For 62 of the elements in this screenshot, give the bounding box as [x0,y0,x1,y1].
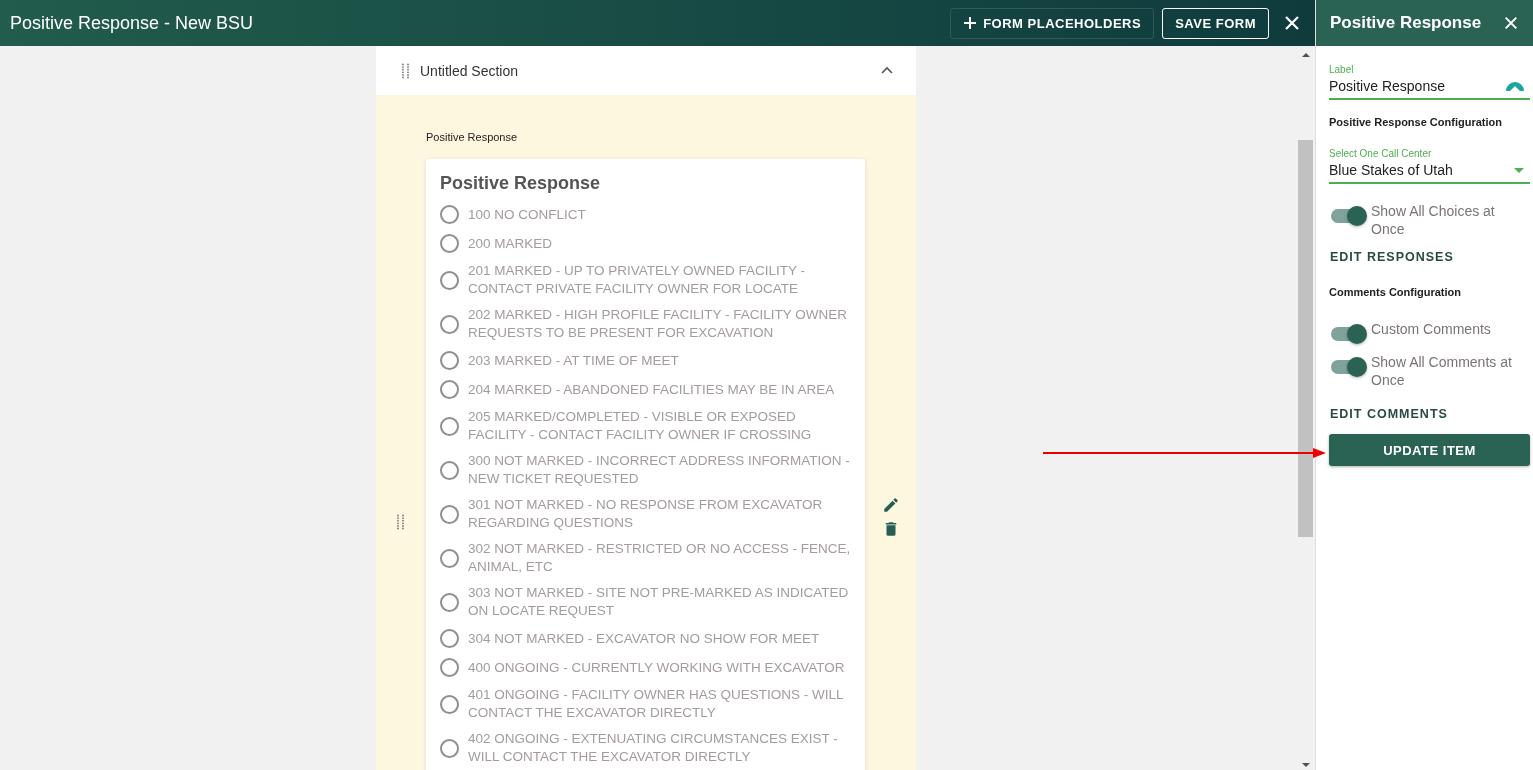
choice-label: 303 NOT MARKED - SITE NOT PRE-MARKED AS INDICATED ON LOCATE REQUEST [468,584,850,620]
scroll-up-icon[interactable] [1301,52,1310,58]
section-heading: Comments Configuration [1329,286,1462,298]
section-title: Untitled Section [420,62,520,79]
collapse-button[interactable] [880,66,894,75]
choice-label: 400 ONGOING - CURRENTLY WORKING WITH EXCAVATOR [468,658,845,677]
toggle-switch[interactable] [1331,327,1365,341]
label-field[interactable]: Label Positive Response [1329,64,1530,100]
dropdown-caret-icon [1514,167,1524,173]
save-form-button[interactable]: SAVE FORM [1162,7,1269,39]
panel-title: Positive Response [1330,13,1483,33]
drag-handle-icon[interactable] [402,62,410,79]
scrollbar-thumb[interactable] [1298,140,1313,537]
radio-button[interactable] [440,270,459,290]
choice-label: 203 MARKED - AT TIME OF MEET [468,351,679,370]
scroll-down-icon[interactable] [1301,762,1310,768]
radio-button[interactable] [440,548,459,568]
radio-button[interactable] [440,351,459,370]
radio-button[interactable] [440,504,459,524]
radio-button[interactable] [440,629,459,648]
plus-icon [963,16,978,30]
toggle-switch[interactable] [1331,360,1365,374]
window-title: Positive Response - New BSU [10,12,255,34]
close-button[interactable] [1503,15,1519,31]
edit-responses-button[interactable]: EDIT RESPONSES [1329,250,1454,264]
update-item-button[interactable]: UPDATE ITEM [1329,434,1530,466]
section-heading: Positive Response Configuration [1329,116,1503,128]
radio-button[interactable] [440,738,459,758]
call-center-dropdown[interactable]: Select One Call Center Blue Stakes of Utah [1329,148,1530,184]
toggle-label: Show All Choices at Once [1371,202,1496,238]
radio-button[interactable] [440,694,459,714]
choice-label: 300 NOT MARKED - INCORRECT ADDRESS INFORMATION - NEW TICKET REQUESTED [468,452,851,488]
radio-button[interactable] [440,460,459,480]
choice-label: 200 MARKED [468,234,553,253]
choice-label: 401 ONGOING - FACILITY OWNER HAS QUESTIONS - WILL CONTACT THE EXCAVATOR DIRECTLY [468,686,845,722]
choice-label: 201 MARKED - UP TO PRIVATELY OWNED FACILITY - CONTACT PRIVATE FACILITY OWNER FOR LOCATE [468,262,807,298]
radio-button[interactable] [440,314,459,334]
choice-label: 304 NOT MARKED - EXCAVATOR NO SHOW FOR MEET [468,629,820,648]
toggle-label: Custom Comments [1371,320,1491,338]
form-placeholders-button[interactable]: FORM PLACEHOLDERS [950,7,1155,39]
choice-label: 100 NO CONFLICT [468,205,586,224]
choice-label: 204 MARKED - ABANDONED FACILITIES MAY BE IN AREA [468,380,835,399]
edit-comments-button[interactable]: EDIT COMMENTS [1329,407,1448,421]
radio-button[interactable] [440,658,459,677]
choice-label: 402 ONGOING - EXTENUATING CIRCUMSTANCES EXIST - WILL CONTACT THE EXCAVATOR DIRECTLY [468,730,839,766]
choice-label: 302 NOT MARKED - RESTRICTED OR NO ACCESS - FENCE, ANIMAL, ETC [468,540,851,576]
card-title: Positive Response [440,173,602,194]
close-button[interactable] [1283,14,1301,32]
radio-button[interactable] [440,380,459,399]
choice-label: 202 MARKED - HIGH PROFILE FACILITY - FACILITY OWNER REQUESTS TO BE PRESENT FOR EXCAVATION [468,306,849,342]
toggle-label: Show All Comments at Once [1371,353,1513,389]
choice-label: 301 NOT MARKED - NO RESPONSE FROM EXCAVATOR REGARDING QUESTIONS [468,496,824,532]
radio-button[interactable] [440,205,459,224]
edit-button[interactable] [881,496,900,514]
choice-label: 205 MARKED/COMPLETED - VISIBLE OR EXPOSED FACILITY - CONTACT FACILITY OWNER IF CROSSING [468,408,813,444]
radio-button[interactable] [440,234,459,253]
radio-button[interactable] [440,416,459,436]
radio-button[interactable] [440,592,459,612]
toggle-switch[interactable] [1331,209,1365,223]
field-label: Positive Response [426,131,519,143]
arch-icon [1506,81,1524,91]
drag-handle-icon[interactable] [397,514,405,530]
